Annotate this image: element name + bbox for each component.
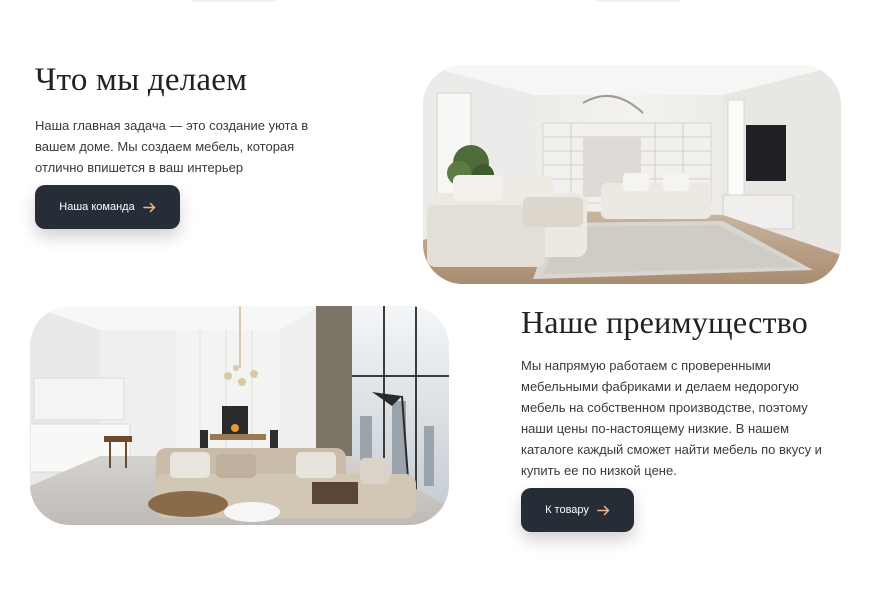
- top-decor-tab-left: [188, 0, 280, 2]
- living-room-photo: [423, 65, 841, 284]
- to-products-button-label: К товару: [545, 504, 589, 516]
- loft-living-room-photo: [30, 306, 449, 525]
- to-products-button[interactable]: К товару: [521, 488, 634, 532]
- top-decor-tab-right: [592, 0, 684, 2]
- arrow-right-icon: [142, 202, 156, 213]
- our-team-button[interactable]: Наша команда: [35, 185, 180, 229]
- arrow-right-icon: [597, 505, 610, 516]
- section-text-our-advantage: Мы напрямую работаем с проверенными мебе…: [521, 358, 822, 478]
- section-title-our-advantage: Наше преимущество: [521, 304, 808, 340]
- section-text-what-we-do: Наша главная задача — это создание уюта …: [35, 118, 309, 175]
- section-title-what-we-do: Что мы делаем: [35, 62, 248, 98]
- our-team-button-label: Наша команда: [59, 201, 135, 213]
